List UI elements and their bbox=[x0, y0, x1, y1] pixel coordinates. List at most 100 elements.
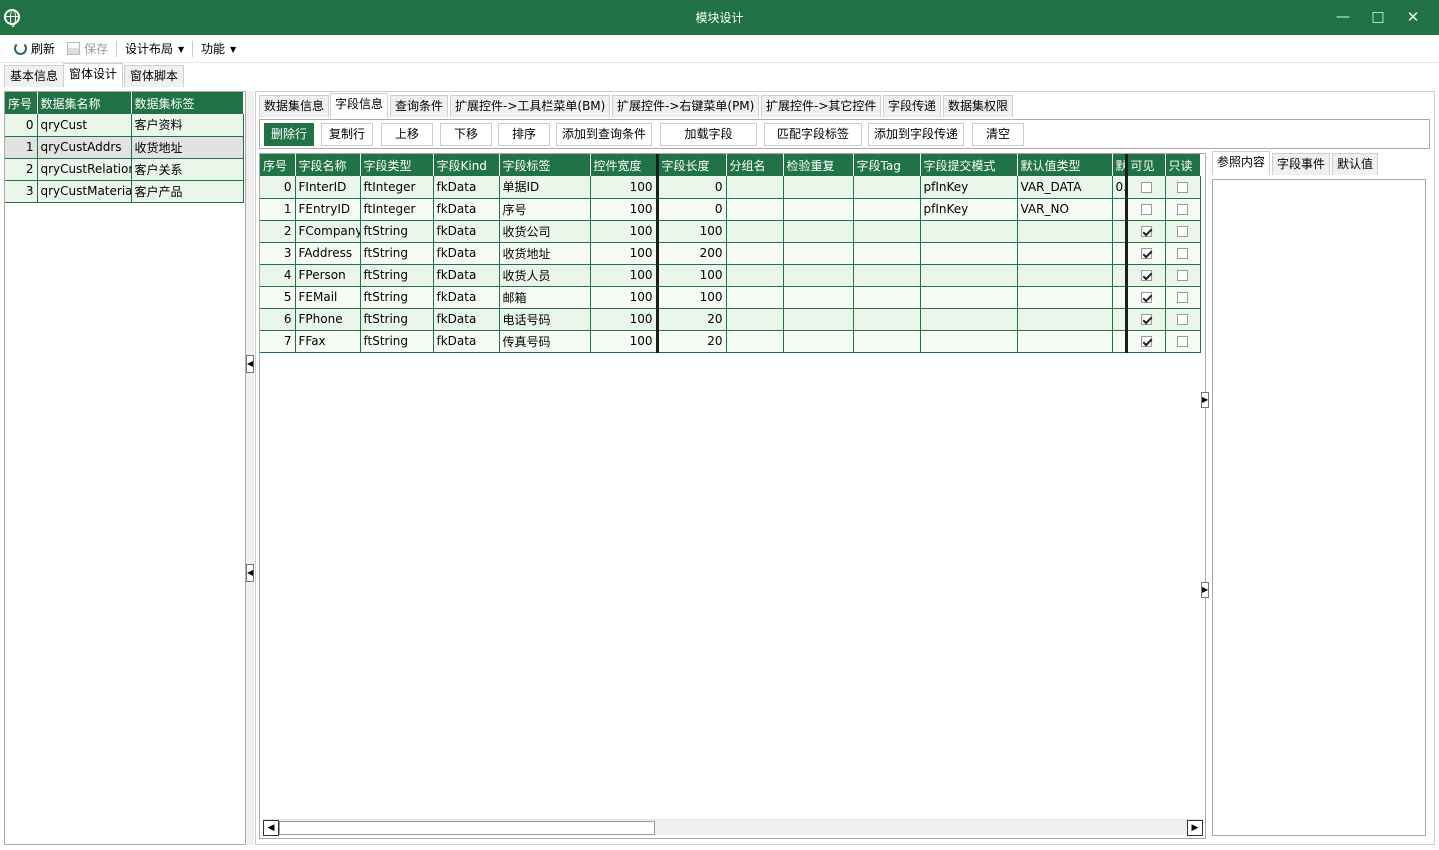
field-tag[interactable] bbox=[853, 198, 921, 221]
field-label[interactable]: 收货人员 bbox=[499, 264, 591, 287]
scroll-left-icon[interactable]: ◀ bbox=[263, 820, 279, 836]
field-length[interactable]: 0 bbox=[657, 176, 727, 199]
readonly-checkbox[interactable] bbox=[1177, 226, 1188, 237]
delete-row-button[interactable]: 删除行 bbox=[264, 123, 314, 146]
check-duplicate[interactable] bbox=[783, 242, 854, 265]
match-labels-button[interactable]: 匹配字段标签 bbox=[764, 123, 862, 146]
check-duplicate[interactable] bbox=[783, 286, 854, 309]
copy-row-button[interactable]: 复制行 bbox=[321, 123, 373, 146]
control-width[interactable]: 100 bbox=[590, 330, 659, 353]
table-row[interactable]: 0 qryCust 客户资料 bbox=[5, 114, 244, 137]
column-header[interactable]: 默认值类型 bbox=[1017, 154, 1113, 176]
field-name[interactable]: FEMail bbox=[295, 286, 361, 309]
group-name[interactable] bbox=[726, 220, 784, 243]
visible-checkbox[interactable] bbox=[1140, 181, 1152, 193]
readonly-checkbox[interactable] bbox=[1177, 248, 1188, 259]
default-type[interactable] bbox=[1017, 220, 1113, 243]
default-value[interactable] bbox=[1112, 242, 1128, 265]
submit-mode[interactable]: pfInKey bbox=[920, 176, 1018, 199]
field-type[interactable]: ftString bbox=[360, 264, 434, 287]
check-duplicate[interactable] bbox=[783, 176, 854, 199]
field-label[interactable]: 序号 bbox=[499, 198, 591, 221]
field-length[interactable]: 100 bbox=[657, 264, 727, 287]
submit-mode[interactable] bbox=[920, 308, 1018, 331]
control-width[interactable]: 100 bbox=[590, 176, 659, 199]
submit-mode[interactable] bbox=[920, 264, 1018, 287]
default-type[interactable] bbox=[1017, 242, 1113, 265]
default-type[interactable] bbox=[1017, 264, 1113, 287]
readonly-checkbox[interactable] bbox=[1177, 336, 1188, 347]
design-layout-menu[interactable]: 设计布局 ▼ bbox=[125, 40, 184, 58]
tab-dataset-info[interactable]: 数据集信息 bbox=[259, 95, 330, 117]
field-name[interactable]: FAddress bbox=[295, 242, 361, 265]
check-duplicate[interactable] bbox=[783, 198, 854, 221]
field-tag[interactable] bbox=[853, 308, 921, 331]
field-type[interactable]: ftInteger bbox=[360, 176, 434, 199]
column-header[interactable]: 字段提交模式 bbox=[920, 154, 1018, 176]
readonly-checkbox[interactable] bbox=[1177, 181, 1188, 193]
table-row[interactable]: 2 FCompany ftString fkData 收货公司 100 100 bbox=[260, 220, 1201, 243]
field-kind[interactable]: fkData bbox=[433, 176, 500, 199]
move-down-button[interactable]: 下移 bbox=[440, 123, 492, 146]
submit-mode[interactable] bbox=[920, 242, 1018, 265]
default-type[interactable]: VAR_DATA bbox=[1017, 176, 1113, 199]
column-header[interactable]: 检验重复 bbox=[783, 154, 854, 176]
field-tag[interactable] bbox=[853, 220, 921, 243]
default-value[interactable] bbox=[1112, 286, 1128, 309]
maximize-icon[interactable]: □ bbox=[1367, 6, 1389, 28]
visible-checkbox[interactable] bbox=[1140, 336, 1152, 347]
column-header[interactable]: 只读 bbox=[1165, 154, 1201, 176]
close-icon[interactable]: ✕ bbox=[1402, 6, 1424, 28]
table-row[interactable]: 3 qryCustMaterial 客户产品 bbox=[5, 180, 244, 203]
readonly-checkbox[interactable] bbox=[1177, 270, 1188, 281]
field-type[interactable]: ftInteger bbox=[360, 198, 434, 221]
field-name[interactable]: FCompany bbox=[295, 220, 361, 243]
field-type[interactable]: ftString bbox=[360, 308, 434, 331]
submit-mode[interactable] bbox=[920, 330, 1018, 353]
dataset-label[interactable]: 客户关系 bbox=[131, 158, 244, 181]
check-duplicate[interactable] bbox=[783, 308, 854, 331]
dataset-label[interactable]: 客户产品 bbox=[131, 180, 244, 203]
control-width[interactable]: 100 bbox=[590, 308, 659, 331]
field-name[interactable]: FInterID bbox=[295, 176, 361, 199]
readonly-checkbox[interactable] bbox=[1177, 314, 1188, 325]
table-row[interactable]: 1 FEntryID ftInteger fkData 序号 100 0 pfInKey VAR… bbox=[260, 198, 1201, 221]
minimize-icon[interactable]: — bbox=[1332, 6, 1354, 28]
visible-checkbox[interactable] bbox=[1140, 226, 1152, 237]
dataset-name[interactable]: qryCustAddrs bbox=[37, 136, 132, 159]
field-type[interactable]: ftString bbox=[360, 220, 434, 243]
add-to-transfer-button[interactable]: 添加到字段传递 bbox=[868, 123, 964, 146]
dataset-name[interactable]: qryCustMaterial bbox=[37, 180, 132, 203]
field-length[interactable]: 200 bbox=[657, 242, 727, 265]
scroll-right-icon[interactable]: ▶ bbox=[1187, 820, 1203, 836]
move-up-button[interactable]: 上移 bbox=[381, 123, 433, 146]
field-kind[interactable]: fkData bbox=[433, 242, 500, 265]
field-kind[interactable]: fkData bbox=[433, 330, 500, 353]
collapse-left-icon[interactable]: ◀ bbox=[246, 564, 254, 582]
default-value[interactable] bbox=[1112, 198, 1128, 221]
default-type[interactable]: VAR_NO bbox=[1017, 198, 1113, 221]
submit-mode[interactable] bbox=[920, 286, 1018, 309]
column-header[interactable]: 可见 bbox=[1126, 154, 1166, 176]
default-value[interactable] bbox=[1112, 264, 1128, 287]
field-name[interactable]: FFax bbox=[295, 330, 361, 353]
functions-menu[interactable]: 功能 ▼ bbox=[201, 40, 236, 58]
default-value[interactable] bbox=[1112, 220, 1128, 243]
table-row[interactable]: 3 FAddress ftString fkData 收货地址 100 200 bbox=[260, 242, 1201, 265]
default-value[interactable] bbox=[1112, 308, 1128, 331]
column-header[interactable]: 序号 bbox=[260, 154, 296, 176]
table-row[interactable]: 0 FInterID ftInteger fkData 单据ID 100 0 pfInKey V… bbox=[260, 176, 1201, 199]
field-tag[interactable] bbox=[853, 176, 921, 199]
column-header[interactable]: 数据集标签 bbox=[131, 92, 244, 114]
expand-right-icon[interactable]: ▶ bbox=[1201, 392, 1209, 408]
visible-checkbox[interactable] bbox=[1140, 248, 1152, 259]
horizontal-scrollbar[interactable]: ◀ ▶ bbox=[263, 819, 1203, 836]
tab-form-script[interactable]: 窗体脚本 bbox=[124, 65, 185, 87]
panel-splitter[interactable]: ◀ ◀ bbox=[246, 91, 254, 845]
readonly-checkbox[interactable] bbox=[1177, 204, 1188, 215]
default-value[interactable] bbox=[1112, 330, 1128, 353]
column-header[interactable]: 字段类型 bbox=[360, 154, 434, 176]
load-fields-button[interactable]: 加载字段 bbox=[660, 123, 757, 146]
default-value[interactable]: 0. bbox=[1112, 176, 1128, 199]
tab-other-controls[interactable]: 扩展控件->其它控件 bbox=[761, 95, 882, 117]
